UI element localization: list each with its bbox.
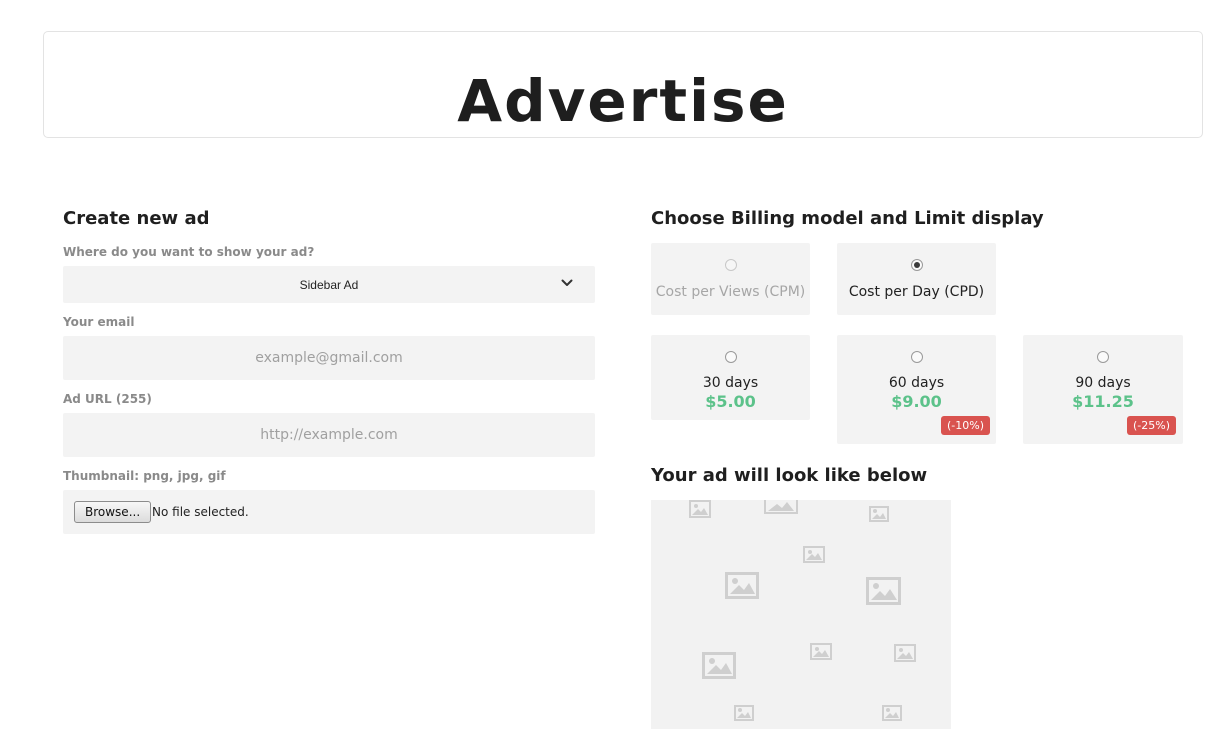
duration-30-price: $5.00	[705, 392, 756, 411]
thumbnail-label: Thumbnail: png, jpg, gif	[63, 469, 226, 483]
chevron-down-icon	[561, 279, 573, 286]
image-placeholder-icon	[734, 705, 754, 721]
email-field-container	[63, 336, 595, 380]
image-placeholder-icon	[866, 577, 901, 605]
image-placeholder-icon	[764, 500, 798, 514]
page-title: Advertise	[457, 67, 789, 135]
duration-60-radio[interactable]	[910, 351, 923, 363]
ad-url-field-container	[63, 413, 595, 457]
email-field[interactable]	[63, 336, 595, 380]
duration-30-label: 30 days	[702, 375, 759, 391]
image-placeholder-icon	[810, 643, 832, 660]
ad-url-field[interactable]	[63, 413, 595, 457]
duration-90-radio[interactable]	[1097, 351, 1109, 363]
ad-placement-selected: Sidebar Ad	[299, 277, 359, 292]
image-placeholder-icon	[894, 644, 916, 662]
browse-button[interactable]: Browse...	[74, 501, 152, 523]
discount-badge: (-10%)	[941, 416, 991, 435]
email-label: Your email	[63, 315, 135, 329]
duration-option-30[interactable]: 30 days $5.00	[651, 335, 810, 420]
duration-option-90[interactable]: 90 days $11.25 (-25%)	[1023, 335, 1183, 444]
image-placeholder-icon	[803, 546, 825, 563]
placement-label: Where do you want to show your ad?	[63, 245, 315, 259]
ad-placement-select[interactable]: Sidebar Ad	[63, 266, 595, 303]
thumbnail-upload: Browse... No file selected.	[63, 490, 595, 534]
cpm-radio[interactable]	[724, 259, 737, 271]
create-ad-heading: Create new ad	[63, 208, 210, 229]
image-placeholder-icon	[725, 572, 759, 599]
duration-90-price: $11.25	[1072, 392, 1134, 411]
billing-option-cpm[interactable]: Cost per Views (CPM)	[651, 243, 810, 315]
image-placeholder-icon	[869, 506, 889, 522]
discount-badge: (-25%)	[1127, 416, 1177, 435]
billing-option-cpd[interactable]: Cost per Day (CPD)	[837, 243, 996, 315]
cpd-radio[interactable]	[910, 259, 923, 271]
page-header: Advertise	[43, 31, 1203, 138]
preview-heading: Your ad will look like below	[651, 465, 928, 486]
cpd-label: Cost per Day (CPD)	[848, 284, 985, 300]
image-placeholder-icon	[702, 652, 736, 679]
ad-preview	[651, 500, 951, 729]
billing-heading: Choose Billing model and Limit display	[651, 208, 1044, 229]
ad-url-label: Ad URL (255)	[63, 392, 152, 406]
image-placeholder-icon	[689, 500, 711, 518]
file-status: No file selected.	[152, 505, 249, 519]
duration-30-radio[interactable]	[724, 351, 737, 363]
duration-60-price: $9.00	[891, 392, 942, 411]
cpm-label: Cost per Views (CPM)	[655, 284, 806, 300]
duration-option-60[interactable]: 60 days $9.00 (-10%)	[837, 335, 996, 444]
image-placeholder-icon	[882, 705, 902, 721]
duration-60-label: 60 days	[888, 375, 945, 391]
duration-90-label: 90 days	[1075, 375, 1131, 391]
